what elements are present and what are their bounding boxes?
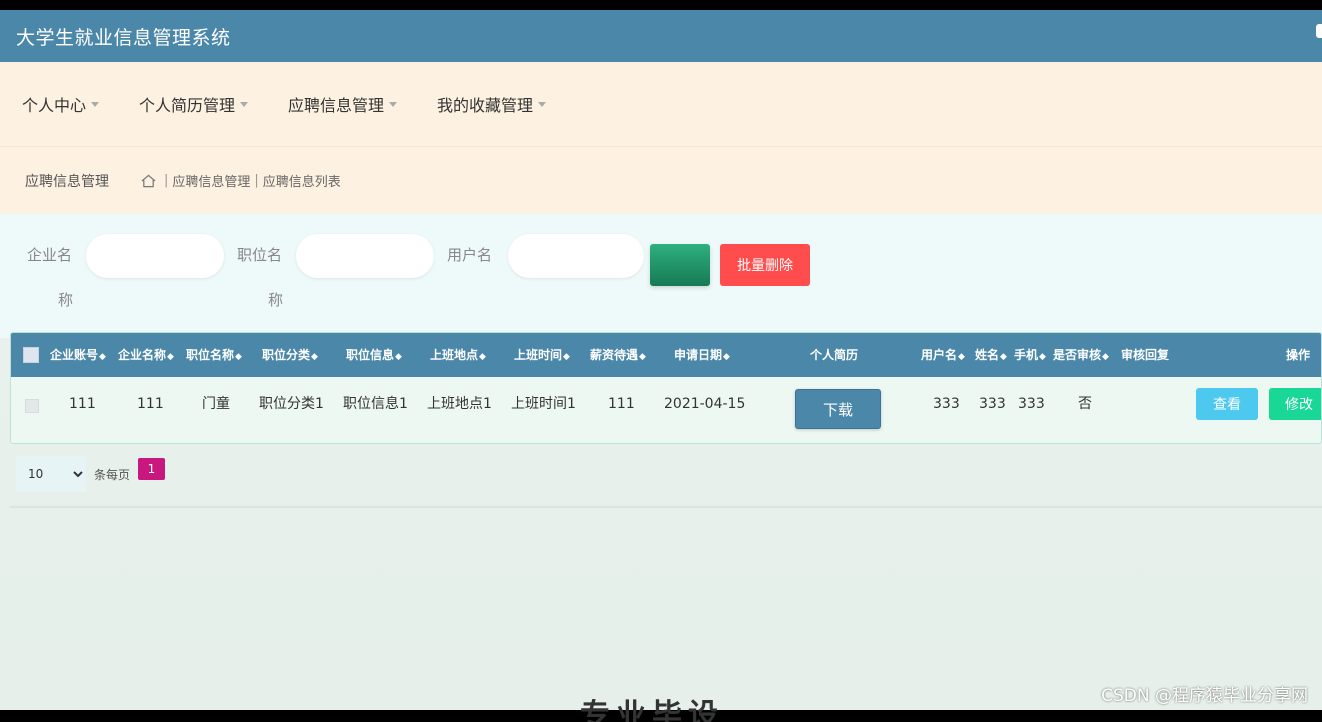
- breadcrumb: | 应聘信息管理 | 应聘信息列表: [141, 171, 341, 190]
- sort-icon: ◆: [167, 352, 174, 362]
- page-size-select[interactable]: 10: [16, 456, 86, 492]
- column-header: 审核回复: [1121, 348, 1170, 362]
- company-name-label-wrap: 称: [58, 291, 74, 309]
- per-page-label: 条每页: [94, 468, 131, 482]
- column-header[interactable]: 企业名称◆: [118, 333, 174, 377]
- column-header[interactable]: 职位分类◆: [262, 333, 318, 377]
- sort-icon: ◆: [99, 352, 106, 362]
- username-label: 用户名: [447, 246, 493, 264]
- column-header: 个人简历: [810, 348, 859, 362]
- select-all-checkbox[interactable]: [23, 347, 39, 363]
- nav-item-label: 个人简历管理: [139, 96, 236, 115]
- chevron-down-icon: [389, 101, 398, 107]
- cell-phone: 333: [1018, 396, 1045, 412]
- column-header[interactable]: 企业账号◆: [50, 333, 106, 377]
- footer-text: 专业毕设: [580, 698, 724, 722]
- nav-item-label: 我的收藏管理: [437, 96, 534, 115]
- edit-button[interactable]: 修改: [1269, 388, 1321, 420]
- cell-company-account: 111: [69, 396, 96, 412]
- cell-work-time: 上班时间1: [511, 396, 576, 412]
- search-button[interactable]: [650, 244, 710, 286]
- chevron-down-icon: [538, 101, 547, 107]
- data-table: 企业账号◆ 企业名称◆ 职位名称◆ 职位分类◆ 职位信息◆ 上班地点◆ 上班时间…: [10, 332, 1322, 444]
- cell-company-name: 111: [137, 396, 164, 412]
- sort-icon: ◆: [235, 352, 242, 362]
- batch-delete-button[interactable]: 批量删除: [720, 244, 810, 286]
- sort-icon: ◆: [479, 352, 486, 362]
- watermark: CSDN @程序猿毕业分享网: [1101, 686, 1308, 706]
- sort-icon: ◆: [395, 352, 402, 362]
- column-header[interactable]: 用户名◆: [921, 333, 965, 377]
- page-title: 应聘信息管理: [25, 173, 109, 190]
- username-input[interactable]: [508, 234, 644, 278]
- column-header[interactable]: 姓名◆: [975, 333, 1007, 377]
- nav-item-favorites-management[interactable]: 我的收藏管理: [437, 92, 547, 116]
- header-edge-icon: [1316, 24, 1322, 38]
- column-header[interactable]: 是否审核◆: [1053, 333, 1109, 377]
- sort-icon: ◆: [723, 352, 730, 362]
- company-name-label: 企业名: [27, 246, 73, 264]
- column-header[interactable]: 上班时间◆: [514, 333, 570, 377]
- chevron-down-icon: [91, 101, 100, 107]
- sort-icon: ◆: [958, 352, 965, 362]
- sort-icon: ◆: [563, 352, 570, 362]
- breadcrumb-item: 应聘信息列表: [262, 175, 341, 190]
- nav-item-label: 个人中心: [22, 96, 87, 115]
- sort-icon: ◆: [639, 352, 646, 362]
- app-header: 大学生就业信息管理系统: [0, 10, 1322, 62]
- cell-salary: 111: [608, 396, 635, 412]
- column-header: 操作: [1286, 348, 1311, 362]
- cell-location: 上班地点1: [427, 396, 492, 412]
- job-name-label-wrap: 称: [268, 291, 284, 309]
- job-name-input[interactable]: [296, 234, 434, 278]
- table-row: 111 111 门童 职位分类1 职位信息1 上班地点1 上班时间1 111 2…: [11, 377, 1321, 443]
- cell-apply-date: 2021-04-15: [664, 396, 746, 412]
- page-number-current[interactable]: 1: [138, 458, 165, 480]
- breadcrumb-separator: |: [164, 173, 169, 188]
- nav-item-resume-management[interactable]: 个人简历管理: [139, 92, 249, 116]
- cell-name: 333: [979, 396, 1006, 412]
- cell-job-category: 职位分类1: [259, 396, 324, 412]
- cell-reviewed: 否: [1078, 396, 1092, 412]
- search-form: 企业名 称 职位名 称 用户名 批量删除: [0, 214, 1322, 338]
- column-header[interactable]: 上班地点◆: [430, 333, 486, 377]
- app-title: 大学生就业信息管理系统: [16, 26, 231, 49]
- app-window: 大学生就业信息管理系统 个人中心 个人简历管理 应聘信息管理 我的收藏管理 应聘…: [0, 10, 1322, 710]
- table-header: 企业账号◆ 企业名称◆ 职位名称◆ 职位分类◆ 职位信息◆ 上班地点◆ 上班时间…: [11, 333, 1321, 377]
- chevron-down-icon: [240, 101, 249, 107]
- sort-icon: ◆: [1039, 352, 1046, 362]
- column-header[interactable]: 职位信息◆: [346, 333, 402, 377]
- cell-job-name: 门童: [202, 396, 230, 412]
- breadcrumb-item[interactable]: 应聘信息管理: [172, 171, 250, 190]
- column-header[interactable]: 手机◆: [1014, 333, 1046, 377]
- sort-icon: ◆: [311, 352, 318, 362]
- job-name-label: 职位名: [237, 246, 283, 264]
- column-header[interactable]: 职位名称◆: [186, 333, 242, 377]
- view-button[interactable]: 查看: [1196, 388, 1258, 420]
- breadcrumb-bar: 应聘信息管理 | 应聘信息管理 | 应聘信息列表: [0, 146, 1322, 214]
- cell-job-info: 职位信息1: [343, 396, 408, 412]
- cell-username: 333: [933, 396, 960, 412]
- pagination: 10 条每页 1: [10, 452, 1322, 508]
- home-icon[interactable]: [141, 174, 156, 188]
- breadcrumb-separator: |: [254, 173, 259, 188]
- row-checkbox[interactable]: [25, 399, 39, 413]
- download-resume-button[interactable]: 下载: [795, 389, 881, 429]
- top-nav: 个人中心 个人简历管理 应聘信息管理 我的收藏管理: [0, 62, 1322, 146]
- company-name-input[interactable]: [86, 234, 224, 278]
- sort-icon: ◆: [1102, 352, 1109, 362]
- nav-item-personal-center[interactable]: 个人中心: [22, 92, 100, 116]
- nav-item-label: 应聘信息管理: [288, 96, 385, 115]
- nav-item-application-management[interactable]: 应聘信息管理: [288, 92, 398, 116]
- column-header[interactable]: 申请日期◆: [674, 333, 730, 377]
- column-header[interactable]: 薪资待遇◆: [590, 333, 646, 377]
- sort-icon: ◆: [1000, 352, 1007, 362]
